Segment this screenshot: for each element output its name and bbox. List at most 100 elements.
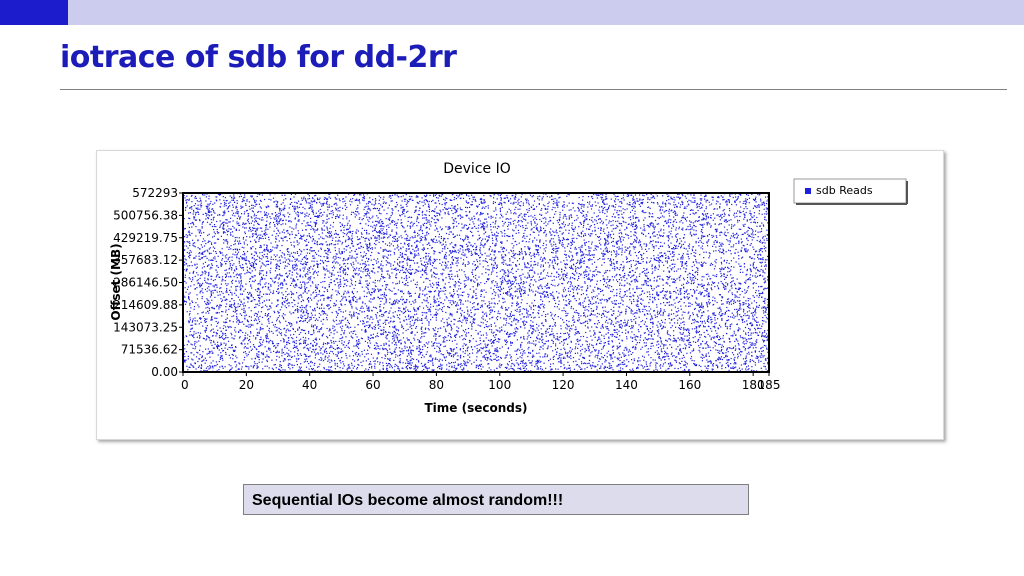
data-point: [518, 215, 520, 217]
data-point: [442, 240, 444, 242]
data-point: [317, 353, 319, 355]
data-point: [560, 357, 562, 359]
data-point: [442, 303, 444, 305]
data-point: [681, 256, 683, 258]
data-point: [280, 367, 283, 369]
data-point: [356, 367, 359, 369]
data-point: [596, 316, 598, 318]
data-point: [450, 231, 452, 233]
data-point: [414, 235, 416, 237]
data-point: [634, 321, 637, 323]
data-point: [341, 342, 343, 344]
data-point: [317, 331, 319, 333]
data-point: [631, 340, 634, 342]
data-point: [208, 271, 210, 274]
data-point: [725, 352, 727, 354]
data-point: [672, 211, 674, 213]
data-point: [529, 252, 531, 254]
data-point: [467, 311, 469, 313]
data-point: [702, 262, 704, 265]
data-point: [578, 332, 581, 334]
data-point: [663, 216, 665, 218]
data-point: [730, 246, 732, 248]
data-point: [616, 331, 618, 334]
data-point: [683, 356, 685, 358]
data-point: [623, 295, 625, 297]
data-point: [279, 232, 281, 234]
data-point: [528, 207, 530, 210]
data-point: [312, 340, 314, 342]
data-point: [670, 304, 672, 306]
data-point: [338, 285, 340, 287]
data-point: [308, 213, 310, 215]
data-point: [761, 350, 763, 352]
data-point: [571, 272, 573, 274]
data-point: [480, 198, 482, 200]
data-point: [311, 281, 313, 283]
data-point: [353, 345, 355, 347]
data-point: [210, 294, 213, 297]
data-point: [337, 357, 340, 359]
data-point: [677, 289, 679, 291]
data-point: [471, 231, 473, 233]
data-point: [508, 208, 510, 210]
data-point: [375, 199, 377, 201]
data-point: [655, 368, 657, 370]
data-point: [563, 310, 565, 312]
data-point: [202, 213, 204, 215]
data-point: [410, 364, 412, 366]
data-point: [462, 303, 464, 305]
data-point: [491, 298, 493, 300]
data-point: [602, 253, 604, 255]
data-point: [668, 235, 670, 237]
data-point: [558, 300, 560, 302]
data-point: [391, 342, 393, 344]
data-point: [509, 258, 511, 260]
data-point: [436, 298, 438, 300]
data-point: [428, 321, 430, 323]
data-point: [344, 318, 346, 320]
data-point: [364, 263, 366, 265]
data-point: [648, 354, 650, 356]
data-point: [369, 361, 371, 363]
data-point: [552, 358, 555, 360]
data-point: [309, 249, 311, 251]
data-point: [645, 261, 648, 263]
data-point: [394, 344, 396, 346]
data-point: [302, 267, 304, 269]
data-point: [428, 367, 430, 369]
data-point: [483, 300, 485, 302]
data-point: [428, 324, 430, 326]
data-point: [245, 227, 247, 229]
data-point: [645, 305, 647, 307]
data-point: [430, 303, 432, 305]
data-point: [632, 205, 634, 208]
data-point: [499, 278, 501, 280]
data-point: [296, 353, 299, 355]
data-point: [714, 240, 716, 242]
data-point: [621, 331, 623, 334]
data-point: [326, 319, 328, 321]
data-point: [312, 292, 314, 294]
data-point: [347, 236, 349, 238]
data-point: [383, 293, 386, 296]
data-point: [338, 275, 340, 277]
data-point: [372, 208, 374, 210]
data-point: [700, 264, 702, 266]
data-point: [678, 310, 680, 312]
data-point: [667, 353, 669, 355]
data-point: [685, 220, 688, 222]
data-point: [519, 306, 521, 308]
data-point: [356, 316, 359, 318]
data-point: [763, 278, 765, 280]
data-point: [328, 296, 330, 298]
data-point: [618, 352, 620, 354]
data-point: [664, 356, 666, 358]
data-point: [356, 267, 358, 269]
data-point: [243, 302, 245, 304]
data-point: [679, 238, 681, 240]
data-point: [309, 365, 312, 367]
data-point: [287, 355, 289, 357]
data-point: [253, 319, 255, 322]
data-point: [285, 320, 287, 322]
